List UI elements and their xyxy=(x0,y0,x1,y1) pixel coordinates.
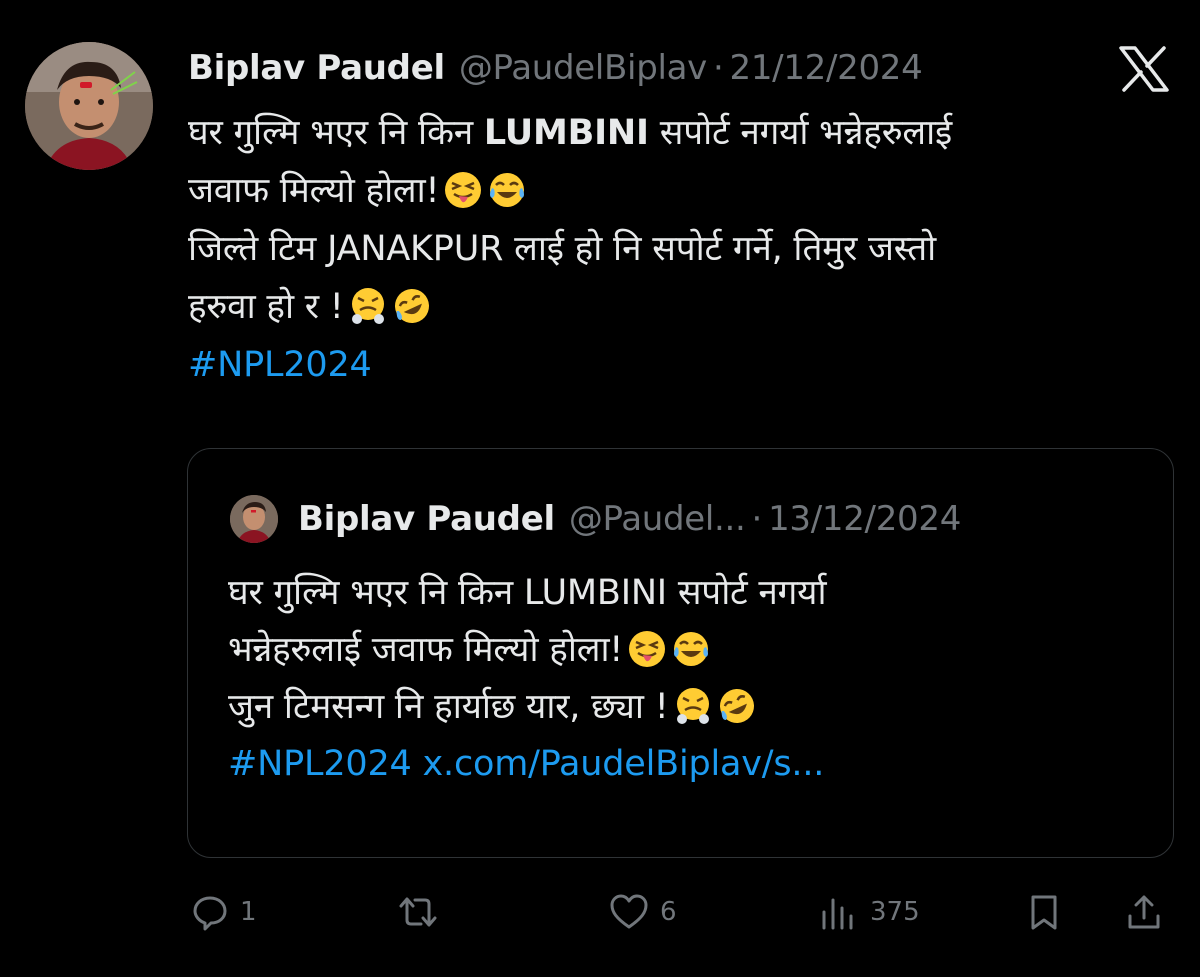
quoted-author-avatar[interactable] xyxy=(230,495,278,543)
quoted-tweet-header: Biplav Paudel @Paudel... · 13/12/2024 xyxy=(298,493,961,545)
bookmark-button[interactable] xyxy=(1024,880,1064,944)
quoted-line-4: #NPL2024 x.com/PaudelBiplav/s... xyxy=(228,736,1148,793)
tweet-line-1-bold: LUMBINI xyxy=(483,113,649,153)
tweet-line-4-text: हरुवा हो र ! xyxy=(188,287,344,327)
quoted-line-2-text: भन्नेहरुलाई जवाफ मिल्यो होला! xyxy=(228,630,624,670)
repost-icon xyxy=(395,892,441,932)
share-button[interactable] xyxy=(1124,880,1164,944)
quoted-line-3-text: जुन टिमसन्ग नि हार्याछ यार, छ्या ! xyxy=(228,687,669,727)
tweet-actions-bar: 1 6 375 xyxy=(0,880,1200,944)
views-count: 375 xyxy=(870,897,920,927)
quoted-line-3: जुन टिमसन्ग नि हार्याछ यार, छ्या ! xyxy=(228,679,1148,736)
tweet-line-1-post: सपोर्ट नगर्या भन्नेहरुलाई xyxy=(648,113,953,153)
reply-count: 1 xyxy=(240,897,257,927)
bookmark-icon xyxy=(1024,892,1064,932)
quoted-author-name: Biplav Paudel xyxy=(298,499,555,539)
quoted-line-2: भन्नेहरुलाई जवाफ मिल्यो होला! xyxy=(228,622,1148,679)
author-name[interactable]: Biplav Paudel xyxy=(188,48,445,88)
rolling-on-floor-laughing-emoji-icon xyxy=(392,286,432,344)
quoted-tweet-body: घर गुल्मि भएर नि किन LUMBINI सपोर्ट नगर्… xyxy=(228,565,1148,793)
like-count: 6 xyxy=(660,897,677,927)
quoted-header-separator: · xyxy=(751,499,763,539)
x-logo-icon xyxy=(1118,46,1170,92)
reply-icon xyxy=(190,892,230,932)
quoted-link[interactable]: x.com/PaudelBiplav/s... xyxy=(423,744,825,784)
tweet-line-1: घर गुल्मि भएर नि किन LUMBINI सपोर्ट नगर्… xyxy=(188,104,1178,162)
header-separator: · xyxy=(712,48,724,88)
quoted-tweet-card[interactable]: Biplav Paudel @Paudel... · 13/12/2024 घर… xyxy=(187,448,1174,858)
views-icon xyxy=(818,892,860,932)
heart-icon xyxy=(608,892,650,932)
repost-button[interactable] xyxy=(395,880,441,944)
author-handle[interactable]: @PaudelBiplav xyxy=(459,48,707,88)
tweet-line-2: जवाफ मिल्यो होला! xyxy=(188,162,1178,220)
tweet-date[interactable]: 21/12/2024 xyxy=(730,48,923,88)
tweet-header: Biplav Paudel @PaudelBiplav · 21/12/2024 xyxy=(188,40,923,96)
views-button[interactable]: 375 xyxy=(818,880,920,944)
tweet-line-3: जिल्ते टिम JANAKPUR लाई हो नि सपोर्ट गर्… xyxy=(188,229,937,269)
like-button[interactable]: 6 xyxy=(608,880,677,944)
quoted-line-1: घर गुल्मि भएर नि किन LUMBINI सपोर्ट नगर्… xyxy=(228,573,827,613)
tweet-body: घर गुल्मि भएर नि किन LUMBINI सपोर्ट नगर्… xyxy=(188,104,1178,394)
reply-button[interactable]: 1 xyxy=(190,880,257,944)
author-avatar[interactable] xyxy=(25,42,153,170)
tweet-line-4: हरुवा हो र ! xyxy=(188,278,1178,336)
tweet-line-1-pre: घर गुल्मि भएर नि किन xyxy=(188,113,484,153)
quoted-author-handle: @Paudel... xyxy=(568,499,746,539)
tweet-hashtag[interactable]: #NPL2024 xyxy=(188,336,1178,394)
tweet-line-2-text: जवाफ मिल्यो होला! xyxy=(188,171,440,211)
quoted-hashtag[interactable]: #NPL2024 xyxy=(228,744,412,784)
quoted-tweet-date: 13/12/2024 xyxy=(768,499,962,539)
share-icon xyxy=(1124,892,1164,932)
